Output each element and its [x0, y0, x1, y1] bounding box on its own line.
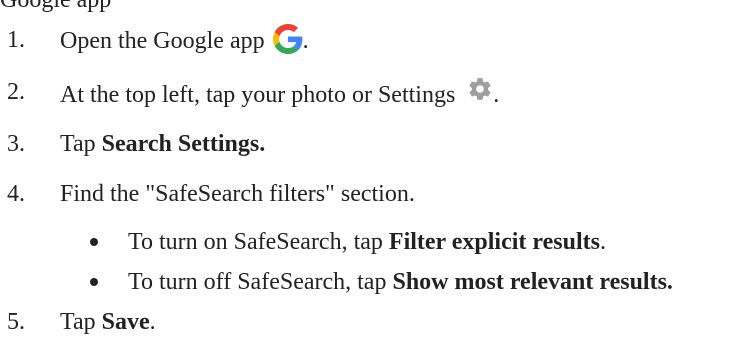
step-number: 5. [7, 309, 25, 335]
step-2-period: . [493, 82, 500, 108]
step-1-period: . [302, 28, 309, 54]
bullet-1-text: To turn on SafeSearch, tap [128, 229, 389, 255]
bullet-text: To turn on SafeSearch, tap Filter explic… [128, 226, 606, 258]
intro-partial-text: Google app [0, 0, 112, 13]
step-text: At the top left, tap your photo or Setti… [60, 76, 499, 111]
step-text: Tap Save. [60, 306, 156, 338]
step-4: 4. Find the "SafeSearch filters" section… [0, 178, 740, 210]
bullet-text: To turn off SafeSearch, tap Show most re… [128, 266, 673, 298]
bullet-1-period: . [599, 229, 606, 255]
bullet-dot [90, 238, 98, 246]
bullet-dot [90, 278, 98, 286]
step-text: Open the Google app . [60, 24, 309, 57]
step-5: 5. Tap Save. [0, 306, 740, 338]
step-5-text: Tap [60, 309, 102, 335]
step-3: 3. Tap Search Settings. [0, 128, 740, 160]
google-g-logo-icon [272, 24, 302, 54]
step-4-text: Find the "SafeSearch filters" section. [60, 181, 415, 207]
instructions-document: Google app 1. Open the Google app . 2. A… [0, 0, 740, 341]
bullet-item-1: To turn on SafeSearch, tap Filter explic… [0, 226, 740, 258]
bullet-item-2: To turn off SafeSearch, tap Show most re… [0, 266, 740, 298]
step-5-period: . [149, 309, 156, 335]
bullet-1-bold-text: Filter explicit results [388, 229, 600, 255]
step-number: 2. [7, 79, 25, 105]
step-number: 1. [7, 27, 25, 53]
step-1: 1. Open the Google app . [0, 24, 740, 56]
step-number: 4. [7, 181, 25, 207]
step-3-text: Tap [60, 131, 102, 157]
gear-icon [469, 78, 491, 100]
step-5-bold-text: Save [101, 309, 150, 335]
step-2: 2. At the top left, tap your photo or Se… [0, 76, 740, 108]
step-3-bold-text: Search Settings. [101, 131, 266, 157]
step-text: Tap Search Settings. [60, 128, 265, 160]
step-2-text: At the top left, tap your photo or Setti… [60, 82, 456, 108]
bullet-2-bold-text: Show most relevant results. [392, 269, 673, 295]
step-number: 3. [7, 131, 25, 157]
step-1-text: Open the Google app [60, 28, 265, 54]
bullet-2-text: To turn off SafeSearch, tap [128, 269, 393, 295]
